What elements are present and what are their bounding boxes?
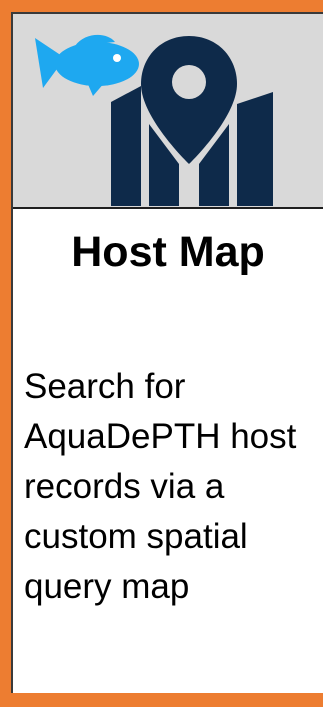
card-image [13,14,323,209]
card-description: Search for AquaDePTH host records via a … [24,367,297,606]
card-title: Host Map [71,228,265,276]
card-body[interactable]: Host Map Search for AquaDePTH host recor… [11,12,323,693]
host-map-card[interactable]: Host Map Search for AquaDePTH host recor… [0,0,323,707]
host-map-illustration [35,34,273,206]
fish-icon [35,34,139,96]
